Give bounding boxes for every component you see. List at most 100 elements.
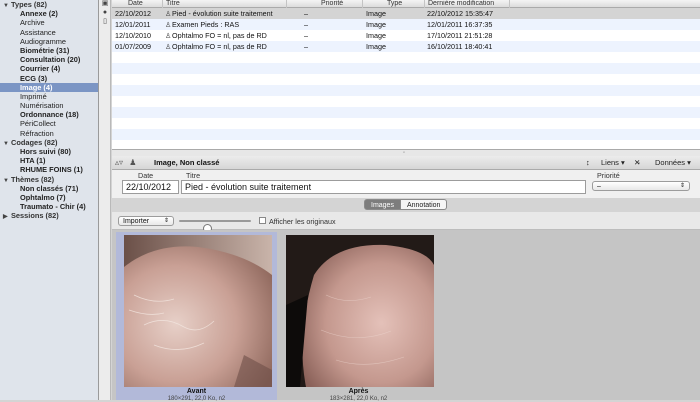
sidebar-item[interactable]: Numérisation <box>0 101 98 110</box>
sidebar-item[interactable]: Réfraction <box>0 129 98 138</box>
cell-date: 22/10/2012 <box>112 8 162 19</box>
disclosure-triangle-icon[interactable]: ▼ <box>3 177 11 186</box>
table-row[interactable] <box>112 118 700 129</box>
sidebar-label: Courrier (4) <box>20 64 61 74</box>
date-field[interactable]: 22/10/2012 <box>122 180 179 194</box>
col-extra <box>509 0 700 8</box>
cell-text: – <box>304 42 308 51</box>
sidebar-label: Imprimé <box>20 91 47 101</box>
tab-images[interactable]: Images <box>364 199 401 210</box>
priority-select[interactable]: – ⇕ <box>592 181 690 191</box>
record-icon[interactable]: ● <box>101 9 109 17</box>
sidebar-item[interactable]: Biométrie (31) <box>0 46 98 55</box>
cell-type: Image <box>362 30 424 41</box>
cell-text: – <box>304 9 308 18</box>
cell-modified: 17/10/2011 21:51:28 <box>424 30 509 41</box>
sidebar-item[interactable]: RHUME FOINS (1) <box>0 165 98 174</box>
cell-date: 12/01/2011 <box>112 19 162 30</box>
col-priority[interactable]: Priorité <box>286 0 362 8</box>
date-label: Date <box>138 171 154 180</box>
sidebar-item[interactable]: Image (4) <box>0 82 98 92</box>
sidebar-item[interactable]: PériCollect <box>0 119 98 128</box>
sidebar-item[interactable]: Audiogramme <box>0 37 98 46</box>
sidebar-label: Thèmes (82) <box>11 174 55 184</box>
sidebar-item[interactable]: Annexe (2) <box>0 9 98 18</box>
sidebar-group[interactable]: ▼ Thèmes (82) <box>0 175 98 184</box>
chevron-updown-icon: ⇕ <box>163 218 169 224</box>
table-row[interactable]: 22/10/2012 ♙Pied - évolution suite traite… <box>112 8 700 19</box>
sidebar-label: RHUME FOINS (1) <box>20 165 83 175</box>
sidebar-label: Non classés (71) <box>20 183 79 193</box>
col-type[interactable]: Type <box>362 0 424 8</box>
gallery-item[interactable]: Avant 180×291, 22,0 Ko, n2 <box>116 232 277 402</box>
sidebar-label: Image (4) <box>20 82 53 92</box>
sidebar-label: Audiogramme <box>20 36 67 46</box>
sidebar-group[interactable]: ▼ Types (82) <box>0 0 98 9</box>
sidebar-item[interactable]: Non classés (71) <box>0 184 98 193</box>
detail-header: ▵▿ ♟ Image, Non classé ↕ Liens ▾ ✕̵ Donn… <box>112 156 700 170</box>
foot-photo-after[interactable] <box>286 235 434 387</box>
table-header: Date Titre Priorité Type Dernière modifi… <box>112 0 700 8</box>
table-row[interactable] <box>112 74 700 85</box>
table-row[interactable] <box>112 63 700 74</box>
import-button[interactable]: Importer ⇕ <box>118 216 174 226</box>
cell-text: Image <box>366 20 386 29</box>
cell-modified: 16/10/2011 18:40:41 <box>424 41 509 52</box>
sidebar-item[interactable]: Consultation (20) <box>0 55 98 64</box>
table-row[interactable]: 01/07/2009 ♙Ophtalmo FO = nl, pas de RD – I… <box>112 41 700 52</box>
sidebar-item[interactable]: Ophtalmo (7) <box>0 193 98 202</box>
sidebar-item[interactable]: Assistance <box>0 28 98 37</box>
cell-type: Image <box>362 8 424 19</box>
table-row[interactable] <box>112 85 700 96</box>
sidebar-item[interactable]: Archive <box>0 18 98 27</box>
documents-table: Date Titre Priorité Type Dernière modifi… <box>112 0 700 150</box>
cell-text: Examen Pieds : RAS <box>172 20 240 29</box>
cell-text: – <box>304 31 308 40</box>
cell-text: – <box>304 20 308 29</box>
sidebar-item[interactable]: ECG (3) <box>0 74 98 83</box>
sidebar-label: Assistance <box>20 27 56 37</box>
page-icon[interactable]: ▯ <box>101 18 109 26</box>
col-date[interactable]: Date <box>112 0 162 8</box>
view-tabs: Images Annotation <box>364 199 448 210</box>
table-row[interactable] <box>112 129 700 140</box>
tools-icon[interactable]: ✕̵ <box>634 156 640 170</box>
down-arrow-icon[interactable]: ▿ <box>119 158 123 167</box>
title-field[interactable]: Pied - évolution suite traitement <box>181 180 586 194</box>
sidebar-item[interactable]: Courrier (4) <box>0 64 98 73</box>
disclosure-triangle-icon[interactable]: ▼ <box>3 140 11 149</box>
sidebar-item[interactable]: Traumato - Chir (4) <box>0 202 98 211</box>
table-row[interactable] <box>112 107 700 118</box>
disclosure-triangle-icon[interactable]: ▼ <box>3 2 11 11</box>
nav-arrows[interactable]: ▵▿ ♟ <box>115 157 136 169</box>
links-menu[interactable]: Liens ▾ <box>601 156 625 170</box>
sidebar-item[interactable]: Imprimé <box>0 92 98 101</box>
sidebar-label: Traumato - Chir (4) <box>20 202 86 212</box>
cell-type: Image <box>362 41 424 52</box>
sort-arrows-icon[interactable]: ↕ <box>586 156 590 170</box>
cell-text: Ophtalmo FO = nl, pas de RD <box>172 31 267 40</box>
gallery-item[interactable]: Après 183×281, 22,0 Ko, n2 <box>278 232 439 402</box>
disclosure-triangle-icon[interactable]: ▶ <box>3 213 11 222</box>
col-modified[interactable]: Dernière modification <box>424 0 509 8</box>
gallery-caption: Avant <box>186 388 207 395</box>
sidebar-group[interactable]: ▼ Codages (82) <box>0 138 98 147</box>
data-menu[interactable]: Données ▾ <box>655 156 691 170</box>
table-row[interactable]: 12/10/2010 ♙Ophtalmo FO = nl, pas de RD – I… <box>112 30 700 41</box>
show-originals-checkbox[interactable] <box>259 217 266 224</box>
foot-photo-before[interactable] <box>124 235 272 387</box>
document-icon[interactable]: ▣ <box>101 0 109 8</box>
sidebar-group[interactable]: ▶ Sessions (82) <box>0 211 98 220</box>
main-panel: Date Titre Priorité Type Dernière modifi… <box>112 0 700 402</box>
cell-text: 01/07/2009 <box>115 42 151 51</box>
cell-text: 17/10/2011 21:51:28 <box>427 31 493 40</box>
sidebar-item[interactable]: HTA (1) <box>0 156 98 165</box>
table-row[interactable] <box>112 96 700 107</box>
sidebar-item[interactable]: Hors suivi (80) <box>0 147 98 156</box>
tab-annotation[interactable]: Annotation <box>400 199 448 210</box>
table-row[interactable]: 12/01/2011 ♙Examen Pieds : RAS – Image 12/01… <box>112 19 700 30</box>
zoom-slider[interactable] <box>179 220 251 233</box>
sidebar-item[interactable]: Ordonnance (18) <box>0 110 98 119</box>
table-row[interactable] <box>112 52 700 63</box>
col-title[interactable]: Titre <box>162 0 286 8</box>
